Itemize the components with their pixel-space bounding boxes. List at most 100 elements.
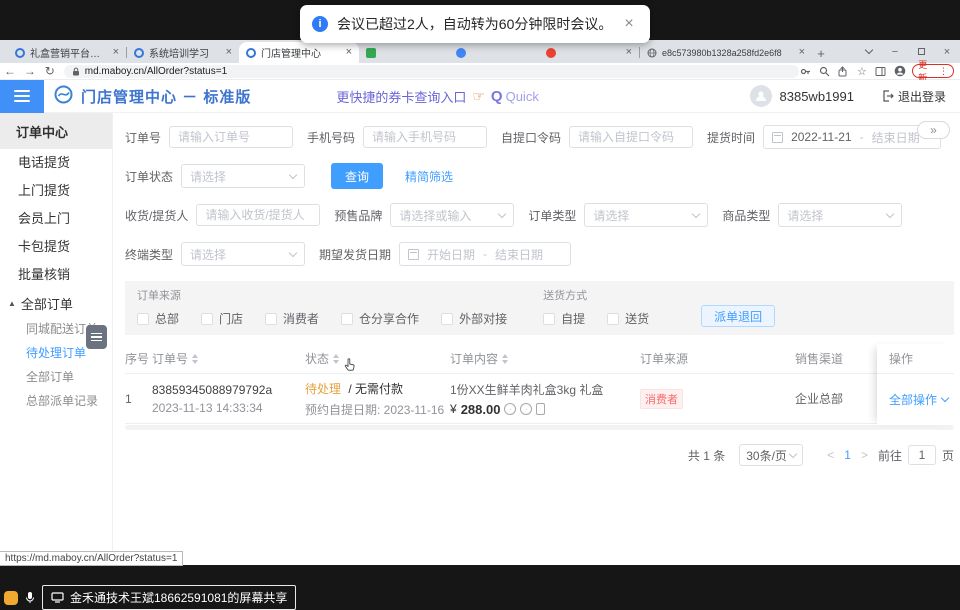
- sort-icon[interactable]: [502, 354, 508, 364]
- tab-search-chevron-icon[interactable]: [856, 46, 882, 58]
- row-action-dropdown[interactable]: 全部操作: [877, 374, 954, 424]
- reload-icon[interactable]: ↻: [40, 64, 60, 78]
- toast-close-icon[interactable]: ×: [624, 16, 633, 32]
- simple-filter-link[interactable]: 精简筛选: [405, 168, 453, 185]
- checkbox-hq[interactable]: 总部: [137, 310, 179, 327]
- order-no-input[interactable]: [169, 126, 293, 148]
- prev-page-icon[interactable]: <: [827, 448, 834, 462]
- pickup-time-range[interactable]: 2022-11-21 - 结束日期: [763, 125, 941, 149]
- cell-source: 消费者: [640, 389, 795, 409]
- pickup-code-input[interactable]: [569, 126, 693, 148]
- calendar-icon: [408, 249, 419, 260]
- search-button[interactable]: 查询: [331, 163, 383, 189]
- browser-tab-active[interactable]: 门店管理中心 ×: [239, 42, 359, 63]
- page-size-select[interactable]: 30条/页: [739, 444, 803, 466]
- checkbox-external[interactable]: 外部对接: [441, 310, 507, 327]
- chrome-update-button[interactable]: 更新 ⋮: [912, 64, 954, 78]
- sidebar-group-all-orders[interactable]: ▲ 全部订单: [0, 289, 112, 317]
- logout-button[interactable]: 退出登录: [882, 88, 946, 105]
- col-header-channel: 销售渠道: [795, 350, 878, 367]
- info-icon: i: [312, 16, 328, 32]
- tab-close-icon[interactable]: ×: [226, 47, 232, 58]
- tab-close-icon[interactable]: ×: [346, 47, 352, 58]
- tab-close-icon[interactable]: ×: [113, 47, 119, 58]
- browser-tab-hidden-2[interactable]: [449, 42, 539, 63]
- sidebar-item-door-pickup[interactable]: 上门提货: [0, 177, 112, 205]
- checkbox-consumer[interactable]: 消费者: [265, 310, 319, 327]
- browser-tab-hidden-1[interactable]: [359, 42, 449, 63]
- checkbox-label: 消费者: [283, 310, 319, 327]
- user-avatar-icon[interactable]: [750, 85, 772, 107]
- goto-page-input[interactable]: [908, 445, 936, 465]
- sort-icon[interactable]: [192, 354, 198, 364]
- goto-unit: 页: [942, 447, 954, 464]
- expand-filters-button[interactable]: »: [917, 121, 950, 139]
- browser-tab-hidden-3[interactable]: ×: [539, 42, 639, 63]
- goods-type-select[interactable]: 请选择: [778, 203, 902, 227]
- bookmark-star-icon[interactable]: ☆: [855, 65, 868, 78]
- col-header-content[interactable]: 订单内容: [450, 350, 640, 367]
- browser-tab-2[interactable]: 系统培训学习 ×: [127, 42, 239, 63]
- side-panel-icon[interactable]: [874, 65, 887, 78]
- sidebar-item-phone-pickup[interactable]: 电话提货: [0, 149, 112, 177]
- checkbox-store[interactable]: 门店: [201, 310, 243, 327]
- new-tab-button[interactable]: +: [812, 46, 830, 61]
- back-icon[interactable]: ←: [0, 64, 20, 78]
- sidebar-collapse-handle[interactable]: [86, 325, 107, 349]
- microphone-icon[interactable]: [25, 591, 35, 604]
- checkbox-label: 总部: [155, 310, 179, 327]
- expect-ship-date-range[interactable]: 开始日期 - 结束日期: [399, 242, 571, 266]
- close-window-button[interactable]: ×: [934, 46, 960, 58]
- sidebar-item-member-visit[interactable]: 会员上门: [0, 205, 112, 233]
- select-placeholder: 请选择: [593, 207, 629, 224]
- sort-icon[interactable]: [333, 354, 339, 364]
- checkbox-delivery[interactable]: 送货: [607, 310, 649, 327]
- group-label: 订单来源: [137, 287, 529, 303]
- header-label: 状态: [305, 350, 329, 367]
- kebab-menu-icon[interactable]: ⋮: [939, 66, 948, 77]
- horizontal-scrollbar[interactable]: [125, 425, 954, 430]
- next-page-icon[interactable]: >: [861, 448, 868, 462]
- sidebar-item-all-orders[interactable]: 全部订单: [0, 365, 112, 389]
- table-row[interactable]: 1 83859345088979792a 2023-11-13 14:33:34…: [125, 374, 954, 424]
- browser-tab-4[interactable]: e8c573980b1328a258fd2e6f8 ×: [640, 42, 812, 63]
- checkbox-warehouse-share[interactable]: 仓分享合作: [341, 310, 419, 327]
- tab-title: e8c573980b1328a258fd2e6f8: [662, 48, 793, 58]
- sidebar-item-hq-dispatch-records[interactable]: 总部派单记录: [0, 389, 112, 413]
- profile-avatar-icon[interactable]: [893, 65, 906, 78]
- address-bar[interactable]: md.maboy.cn/AllOrder?status=1: [64, 65, 799, 78]
- sidebar-item-card-pickup[interactable]: 卡包提货: [0, 233, 112, 261]
- date-start-value: 2022-11-21: [791, 130, 852, 144]
- current-page[interactable]: 1: [844, 448, 851, 462]
- tab-favicon-icon: [366, 48, 376, 58]
- table-header-row: 序号 订单号 状态 订单内容 订单来源 销售渠道: [125, 344, 954, 374]
- presale-brand-select[interactable]: 请选择或输入: [390, 203, 514, 227]
- zoom-icon[interactable]: [818, 65, 831, 78]
- maximize-button[interactable]: [908, 46, 934, 58]
- hamburger-menu-button[interactable]: [0, 80, 44, 113]
- col-header-order-no[interactable]: 订单号: [152, 350, 305, 367]
- tab-close-icon[interactable]: ×: [799, 47, 805, 58]
- order-status-select[interactable]: 请选择: [181, 164, 305, 188]
- checkbox-self-pickup[interactable]: 自提: [543, 310, 585, 327]
- filter-row: 终端类型 请选择 期望发货日期 开始日期 - 结束日期: [125, 242, 960, 266]
- browser-tab-1[interactable]: 礼盒营销平台管理中心 ×: [8, 42, 126, 63]
- phone-input[interactable]: [363, 126, 487, 148]
- order-type-select[interactable]: 请选择: [584, 203, 708, 227]
- terminal-type-select[interactable]: 请选择: [181, 242, 305, 266]
- tab-close-icon[interactable]: ×: [626, 47, 632, 58]
- col-header-status[interactable]: 状态: [305, 350, 450, 367]
- receiver-input[interactable]: [196, 204, 320, 226]
- sidebar-item-batch-verify[interactable]: 批量核销: [0, 261, 112, 289]
- minimize-button[interactable]: −: [882, 46, 908, 58]
- quick-entry-banner[interactable]: 更快捷的券卡查询入口 ☞ Q Quick: [336, 87, 538, 106]
- chevron-down-icon: [498, 209, 506, 217]
- forward-icon[interactable]: →: [20, 64, 40, 78]
- share-icon[interactable]: [837, 65, 850, 78]
- password-key-icon[interactable]: [799, 65, 812, 78]
- order-created-time: 2023-11-13 14:33:34: [152, 401, 305, 415]
- chevron-down-icon: [289, 170, 297, 178]
- cell-channel: 企业总部: [795, 390, 878, 407]
- dispatch-return-button[interactable]: 派单退回: [701, 305, 775, 327]
- logout-label: 退出登录: [898, 88, 946, 105]
